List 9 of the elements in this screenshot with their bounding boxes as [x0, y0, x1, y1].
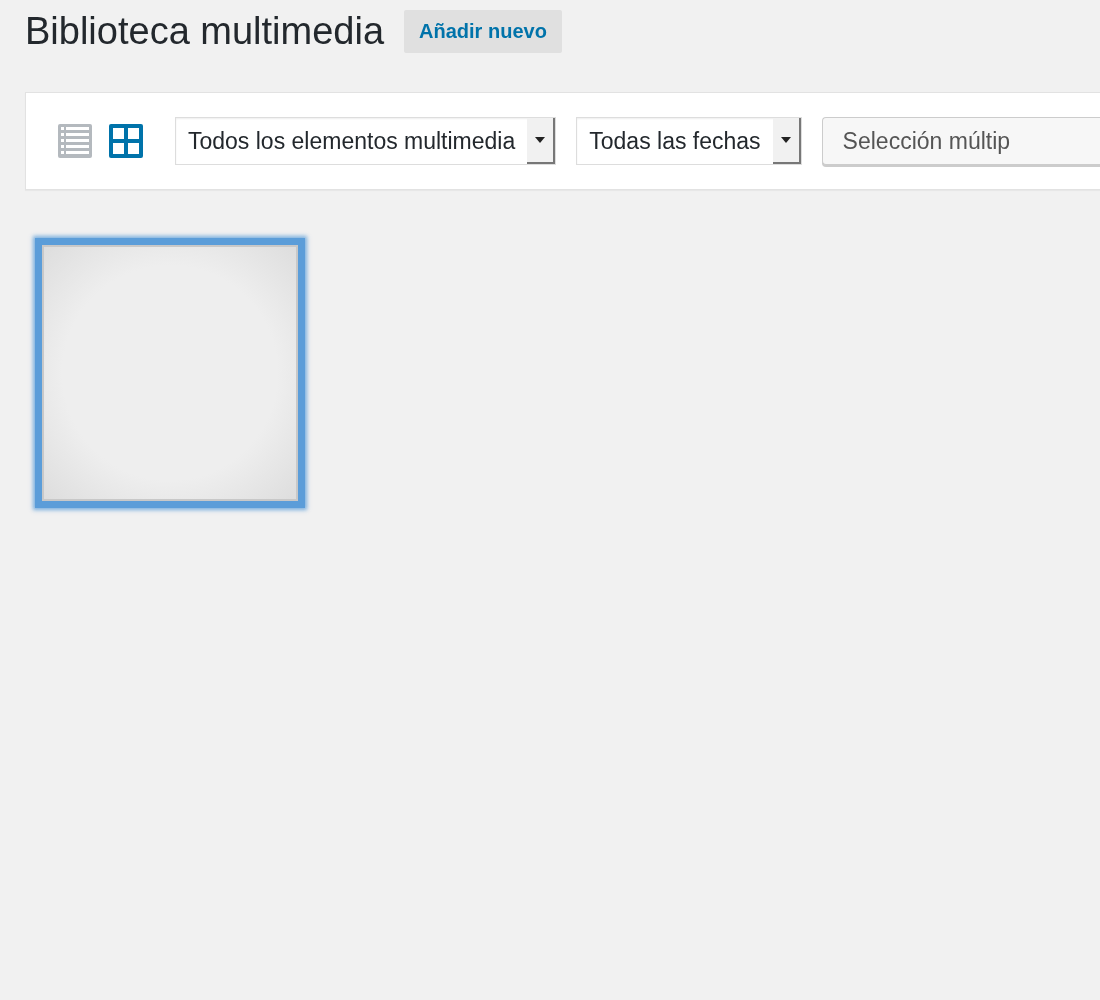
bulk-select-button[interactable]: Selección múltip — [821, 117, 1100, 165]
dropdown-arrow-icon — [535, 137, 546, 143]
add-new-button[interactable]: Añadir nuevo — [404, 9, 562, 53]
dropdown-arrow-icon — [780, 137, 791, 143]
filter-dropdown[interactable]: Todas las fechas — [576, 117, 802, 165]
filter-dropdown[interactable]: Todos los elementos multimedia — [175, 117, 557, 165]
grid-view-icon[interactable] — [109, 124, 143, 158]
page-title: Biblioteca multimedia — [25, 9, 385, 53]
list-view-icon[interactable] — [58, 124, 92, 158]
